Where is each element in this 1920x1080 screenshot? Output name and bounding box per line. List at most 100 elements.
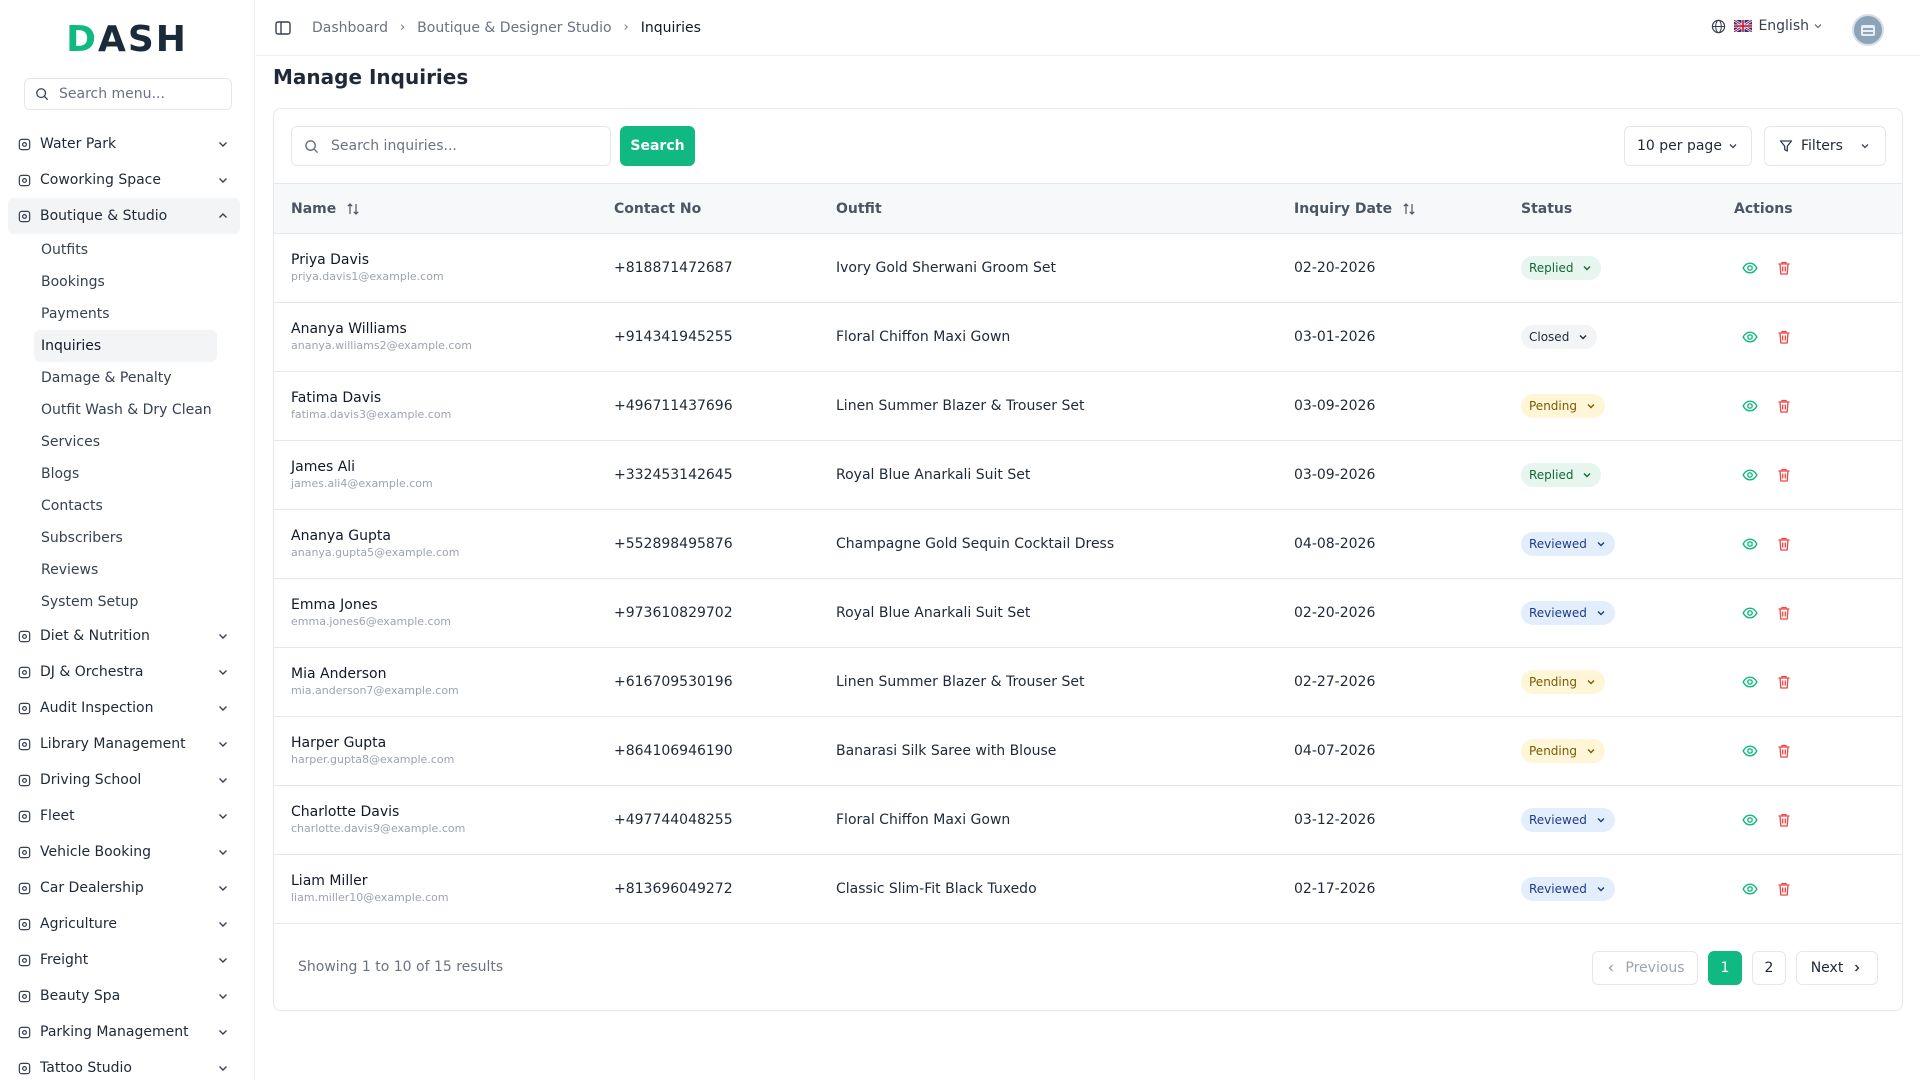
eye-icon[interactable]: [1742, 260, 1758, 276]
breadcrumb-boutique[interactable]: Boutique & Designer Studio: [417, 20, 611, 36]
sidebar-item-coworking-space[interactable]: Coworking Space: [8, 162, 240, 198]
submenu-item-bookings[interactable]: Bookings: [34, 266, 217, 298]
search-button[interactable]: Search: [620, 126, 695, 166]
sidebar-item-car-dealership[interactable]: Car Dealership: [8, 870, 240, 906]
trash-icon[interactable]: [1776, 674, 1792, 690]
customer-name: Emma Jones: [291, 597, 378, 613]
sidebar-item-library-management[interactable]: Library Management: [8, 726, 240, 762]
results-summary: Showing 1 to 10 of 15 results: [298, 959, 504, 975]
eye-icon[interactable]: [1742, 674, 1758, 690]
sidebar-item-tattoo-studio[interactable]: Tattoo Studio: [8, 1050, 240, 1080]
status-badge[interactable]: Replied: [1521, 256, 1602, 280]
submenu-item-reviews[interactable]: Reviews: [34, 554, 217, 586]
sidebar-item-vehicle-booking[interactable]: Vehicle Booking: [8, 834, 240, 870]
status-badge[interactable]: Pending: [1521, 670, 1605, 694]
inquiry-search-field[interactable]: [291, 126, 611, 166]
trash-icon[interactable]: [1776, 812, 1792, 828]
trash-icon[interactable]: [1776, 329, 1792, 345]
submenu-item-system-setup[interactable]: System Setup: [34, 586, 217, 618]
trash-icon[interactable]: [1776, 260, 1792, 276]
col-name[interactable]: Name: [274, 184, 614, 234]
status-badge[interactable]: Reviewed: [1521, 877, 1615, 901]
sidebar-item-audit-inspection[interactable]: Audit Inspection: [8, 690, 240, 726]
avatar-icon: [1861, 25, 1875, 36]
breadcrumb-current: Inquiries: [640, 19, 701, 36]
cell-name: Ananya Williams ananya.williams2@example.…: [274, 303, 614, 372]
page-2-button[interactable]: 2: [1752, 951, 1786, 985]
logo[interactable]: DASH: [0, 0, 254, 78]
status-badge[interactable]: Reviewed: [1521, 601, 1615, 625]
sidebar-item-diet-nutrition[interactable]: Diet & Nutrition: [8, 618, 240, 654]
trash-icon[interactable]: [1776, 398, 1792, 414]
page-1-button[interactable]: 1: [1708, 951, 1742, 985]
status-badge[interactable]: Reviewed: [1521, 808, 1615, 832]
submenu-item-inquiries[interactable]: Inquiries: [34, 330, 217, 362]
cell-actions: [1734, 717, 1902, 786]
sidebar-item-driving-school[interactable]: Driving School: [8, 762, 240, 798]
logo-wordmark: ASH: [97, 18, 188, 60]
col-inquiry-date[interactable]: Inquiry Date: [1294, 184, 1521, 234]
eye-icon[interactable]: [1742, 398, 1758, 414]
table-row: Ananya Williams ananya.williams2@example.…: [274, 303, 1902, 372]
user-avatar[interactable]: [1852, 14, 1884, 46]
trash-icon[interactable]: [1776, 605, 1792, 621]
eye-icon[interactable]: [1742, 812, 1758, 828]
submenu-item-outfit-wash-dry-clean[interactable]: Outfit Wash & Dry Clean: [34, 394, 217, 426]
chevron-down-icon: [219, 886, 227, 891]
sidebar-item-agriculture[interactable]: Agriculture: [8, 906, 240, 942]
sidebar-search-input[interactable]: Search menu...: [24, 78, 232, 110]
submenu-item-blogs[interactable]: Blogs: [34, 458, 217, 490]
topbar: Dashboard › Boutique & Designer Studio ›…: [256, 0, 1920, 56]
trash-icon[interactable]: [1776, 467, 1792, 483]
sidebar-item-boutique-studio[interactable]: Boutique & Studio: [8, 198, 240, 234]
cell-name: Priya Davis priya.davis1@example.com: [274, 234, 614, 303]
sidebar-item-parking-management[interactable]: Parking Management: [8, 1014, 240, 1050]
submenu-item-contacts[interactable]: Contacts: [34, 490, 217, 522]
breadcrumb-dashboard[interactable]: Dashboard: [312, 20, 388, 36]
next-page-button[interactable]: Next: [1796, 951, 1878, 985]
cell-actions: [1734, 372, 1902, 441]
trash-icon[interactable]: [1776, 536, 1792, 552]
submenu-item-damage-penalty[interactable]: Damage & Penalty: [34, 362, 217, 394]
status-badge[interactable]: Reviewed: [1521, 532, 1615, 556]
sidebar-item-fleet[interactable]: Fleet: [8, 798, 240, 834]
filters-button[interactable]: Filters: [1764, 126, 1886, 166]
trash-icon[interactable]: [1776, 743, 1792, 759]
status-badge[interactable]: Closed: [1521, 325, 1598, 349]
submenu-item-payments[interactable]: Payments: [34, 298, 217, 330]
eye-icon[interactable]: [1742, 881, 1758, 897]
eye-icon[interactable]: [1742, 605, 1758, 621]
sidebar-item-label: Fleet: [40, 808, 75, 824]
cell-outfit: Floral Chiffon Maxi Gown: [836, 329, 1011, 345]
status-badge[interactable]: Pending: [1521, 739, 1605, 763]
status-label: Reviewed: [1529, 882, 1587, 896]
col-date-label: Inquiry Date: [1294, 200, 1393, 217]
eye-icon[interactable]: [1742, 467, 1758, 483]
sidebar-item-beauty-spa[interactable]: Beauty Spa: [8, 978, 240, 1014]
eye-icon[interactable]: [1742, 329, 1758, 345]
sort-icon[interactable]: [1402, 202, 1416, 216]
submenu-item-services[interactable]: Services: [34, 426, 217, 458]
per-page-select[interactable]: 10 per page: [1624, 126, 1752, 166]
eye-icon[interactable]: [1742, 536, 1758, 552]
trash-icon[interactable]: [1776, 881, 1792, 897]
inquiry-search-input[interactable]: [331, 138, 591, 154]
submenu-item-subscribers[interactable]: Subscribers: [34, 522, 217, 554]
sidebar-item-freight[interactable]: Freight: [8, 942, 240, 978]
language-selector[interactable]: English: [1711, 18, 1824, 34]
sidebar-toggle-icon[interactable]: [274, 19, 292, 37]
sidebar-item-dj-orchestra[interactable]: DJ & Orchestra: [8, 654, 240, 690]
customer-email: priya.davis1@example.com: [291, 270, 444, 283]
status-badge[interactable]: Replied: [1521, 463, 1602, 487]
eye-icon[interactable]: [1742, 743, 1758, 759]
car-icon: [16, 880, 32, 896]
sort-icon[interactable]: [346, 202, 360, 216]
submenu-item-outfits[interactable]: Outfits: [34, 234, 217, 266]
previous-page-button[interactable]: Previous: [1592, 951, 1698, 985]
status-badge[interactable]: Pending: [1521, 394, 1605, 418]
cell-date: 02-27-2026: [1294, 674, 1376, 690]
cell-actions: [1734, 648, 1902, 717]
sidebar-item-water-park[interactable]: Water Park: [8, 126, 240, 162]
cell-actions: [1734, 441, 1902, 510]
sidebar-item-label: Agriculture: [40, 916, 117, 932]
